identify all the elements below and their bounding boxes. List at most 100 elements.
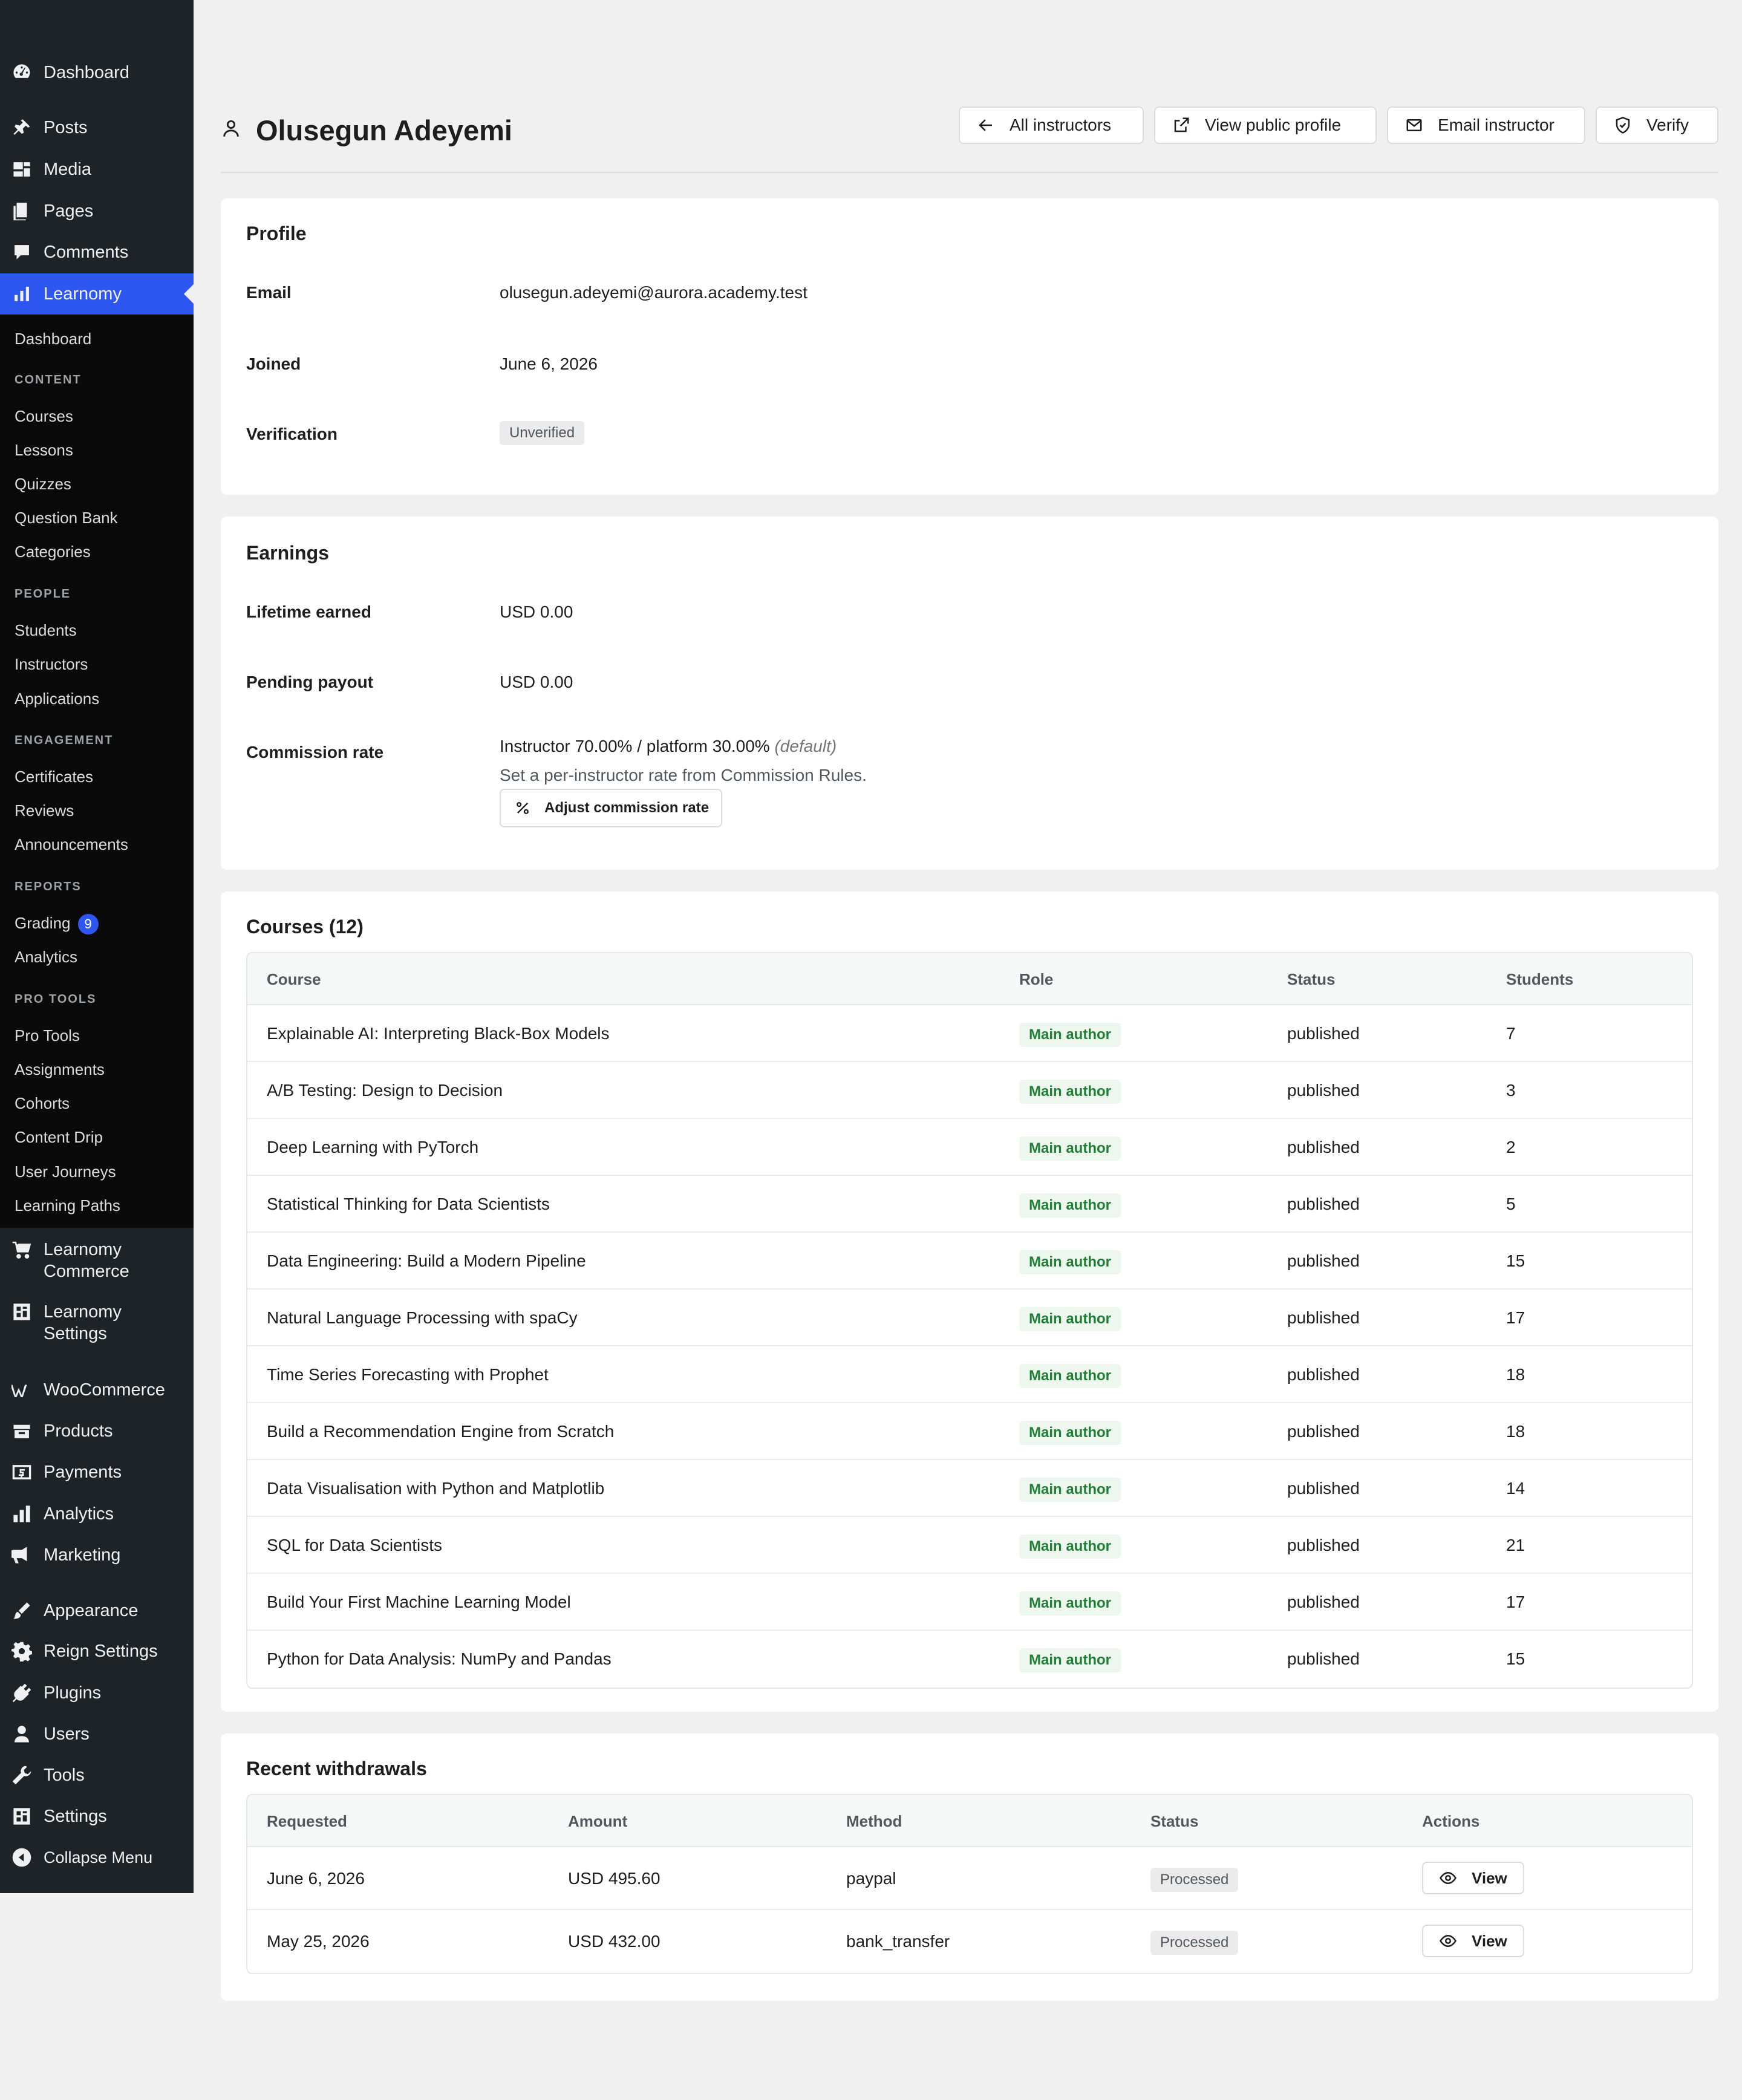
course-title-link[interactable]: Time Series Forecasting with Prophet <box>267 1346 549 1403</box>
submenu-categories[interactable]: Categories <box>15 542 91 561</box>
withdrawals-card-title: Recent withdrawals <box>246 1758 427 1779</box>
lifetime-earned-label: Lifetime earned <box>246 602 371 621</box>
submenu-applications[interactable]: Applications <box>15 689 99 708</box>
submenu-quizzes[interactable]: Quizzes <box>15 474 71 494</box>
course-title-link[interactable]: Python for Data Analysis: NumPy and Pand… <box>267 1631 612 1688</box>
sidebar-item-appearance[interactable]: Appearance <box>0 1600 194 1622</box>
pending-payout-value: USD 0.00 <box>500 673 573 691</box>
column-header-amount: Amount <box>568 1812 628 1830</box>
sidebar-item-analytics[interactable]: Analytics <box>0 1503 194 1525</box>
submenu-analytics[interactable]: Analytics <box>15 947 77 967</box>
woo-icon <box>11 1379 33 1401</box>
column-header-role[interactable]: Role <box>1019 953 1053 1005</box>
table-row: SQL for Data Scientists Main author publis… <box>247 1517 1692 1574</box>
sidebar-item-label: Products <box>44 1421 113 1441</box>
sidebar-item-learnomy-commerce[interactable]: Learnomy Commerce <box>0 1239 194 1282</box>
view-withdrawal-button[interactable]: View <box>1422 1925 1524 1957</box>
course-title-link[interactable]: Data Visualisation with Python and Matpl… <box>267 1460 604 1517</box>
view-withdrawal-button[interactable]: View <box>1422 1862 1524 1894</box>
sidebar-item-payments[interactable]: Payments <box>0 1461 194 1483</box>
arrow-left-icon <box>979 119 992 131</box>
submenu-assignments[interactable]: Assignments <box>15 1060 105 1079</box>
course-title-link[interactable]: Natural Language Processing with spaCy <box>267 1290 578 1346</box>
submenu-reviews[interactable]: Reviews <box>15 801 74 820</box>
sidebar-item-tools[interactable]: Tools <box>0 1764 194 1786</box>
comments-icon <box>11 241 33 263</box>
student-count: 18 <box>1506 1365 1525 1384</box>
submenu-announcements[interactable]: Announcements <box>15 835 128 854</box>
all-instructors-button[interactable]: All instructors <box>959 106 1144 144</box>
course-title-link[interactable]: Deep Learning with PyTorch <box>267 1119 478 1176</box>
adjust-commission-rate-button[interactable]: Adjust commission rate <box>500 789 723 827</box>
column-header-actions: Actions <box>1422 1812 1480 1830</box>
student-count: 18 <box>1506 1422 1525 1441</box>
submenu-learning-paths[interactable]: Learning Paths <box>15 1196 120 1215</box>
sidebar-item-dashboard[interactable]: Dashboard <box>0 62 194 83</box>
joined-value: June 6, 2026 <box>500 354 598 373</box>
plug-icon <box>11 1682 33 1704</box>
sidebar-item-label: WooCommerce <box>44 1380 165 1400</box>
pages-icon <box>11 200 33 222</box>
course-title-link[interactable]: A/B Testing: Design to Decision <box>267 1062 503 1119</box>
sidebar-item-woocommerce[interactable]: WooCommerce <box>0 1379 194 1401</box>
sidebar-item-products[interactable]: Products <box>0 1420 194 1442</box>
student-count: 2 <box>1506 1138 1516 1156</box>
course-status: published <box>1287 1081 1360 1100</box>
student-count: 17 <box>1506 1308 1525 1327</box>
submenu-user-journeys[interactable]: User Journeys <box>15 1162 116 1181</box>
sidebar-item-collapse-menu[interactable]: Collapse Menu <box>0 1847 194 1868</box>
view-public-profile-label: View public profile <box>1205 116 1342 134</box>
media-icon <box>11 158 33 180</box>
submenu-content-drip[interactable]: Content Drip <box>15 1127 103 1147</box>
submenu-cohorts[interactable]: Cohorts <box>15 1094 70 1113</box>
sidebar-item-settings[interactable]: Settings <box>0 1805 194 1827</box>
view-public-profile-button[interactable]: View public profile <box>1154 106 1377 144</box>
course-title-link[interactable]: SQL for Data Scientists <box>267 1517 442 1574</box>
course-title-link[interactable]: Statistical Thinking for Data Scientists <box>267 1176 550 1233</box>
user-icon <box>11 1723 33 1745</box>
submenu-certificates[interactable]: Certificates <box>15 767 93 786</box>
role-badge: Main author <box>1019 1363 1121 1388</box>
submenu-heading-content: CONTENT <box>15 373 82 386</box>
submenu-pro-tools[interactable]: Pro Tools <box>15 1026 80 1045</box>
sidebar-item-comments[interactable]: Comments <box>0 241 194 263</box>
profile-card: Profile Email olusegun.adeyemi@aurora.ac… <box>221 198 1718 495</box>
sidebar-item-users[interactable]: Users <box>0 1723 194 1745</box>
submenu-courses[interactable]: Courses <box>15 406 73 426</box>
sidebar-item-media[interactable]: Media <box>0 158 194 180</box>
sidebar-item-pages[interactable]: Pages <box>0 200 194 222</box>
student-count: 3 <box>1506 1081 1516 1100</box>
email-instructor-button[interactable]: Email instructor <box>1387 106 1585 144</box>
sidebar-item-learnomy[interactable]: Learnomy <box>0 273 194 315</box>
submenu-instructors[interactable]: Instructors <box>15 654 88 674</box>
email-instructor-label: Email instructor <box>1438 116 1554 134</box>
sidebar-item-plugins[interactable]: Plugins <box>0 1682 194 1704</box>
course-title-link[interactable]: Explainable AI: Interpreting Black-Box M… <box>267 1005 610 1062</box>
status-badge: Processed <box>1150 1867 1239 1892</box>
column-header-status[interactable]: Status <box>1287 953 1335 1005</box>
course-title-link[interactable]: Build a Recommendation Engine from Scrat… <box>267 1403 614 1460</box>
submenu-dashboard[interactable]: Dashboard <box>15 329 91 348</box>
verify-button[interactable]: Verify <box>1596 106 1718 144</box>
sidebar-item-reign-settings[interactable]: Reign Settings <box>0 1640 194 1662</box>
column-header-course[interactable]: Course <box>267 953 321 1005</box>
column-header-status: Status <box>1150 1812 1199 1830</box>
column-header-students[interactable]: Students <box>1506 953 1573 1005</box>
sidebar-item-posts[interactable]: Posts <box>0 117 194 139</box>
payments-icon <box>11 1461 33 1483</box>
submenu-grading[interactable]: Grading 9 <box>15 911 99 935</box>
role-badge: Main author <box>1019 1534 1121 1559</box>
course-status: published <box>1287 1308 1360 1327</box>
course-title-link[interactable]: Build Your First Machine Learning Model <box>267 1574 571 1631</box>
course-title-link[interactable]: Data Engineering: Build a Modern Pipelin… <box>267 1233 586 1290</box>
course-status: published <box>1287 1195 1360 1213</box>
submenu-lessons[interactable]: Lessons <box>15 440 73 460</box>
sidebar-item-marketing[interactable]: Marketing <box>0 1544 194 1566</box>
courses-table: Course Role Status Students Explainable … <box>246 952 1693 1689</box>
submenu-students[interactable]: Students <box>15 621 77 640</box>
envelope-icon <box>1406 119 1422 131</box>
sidebar-item-learnomy-settings[interactable]: Learnomy Settings <box>0 1301 194 1345</box>
submenu-question-bank[interactable]: Question Bank <box>15 508 118 527</box>
sidebar-item-label: Analytics <box>44 1504 114 1524</box>
sidebar-item-label: Learnomy <box>44 1240 122 1259</box>
